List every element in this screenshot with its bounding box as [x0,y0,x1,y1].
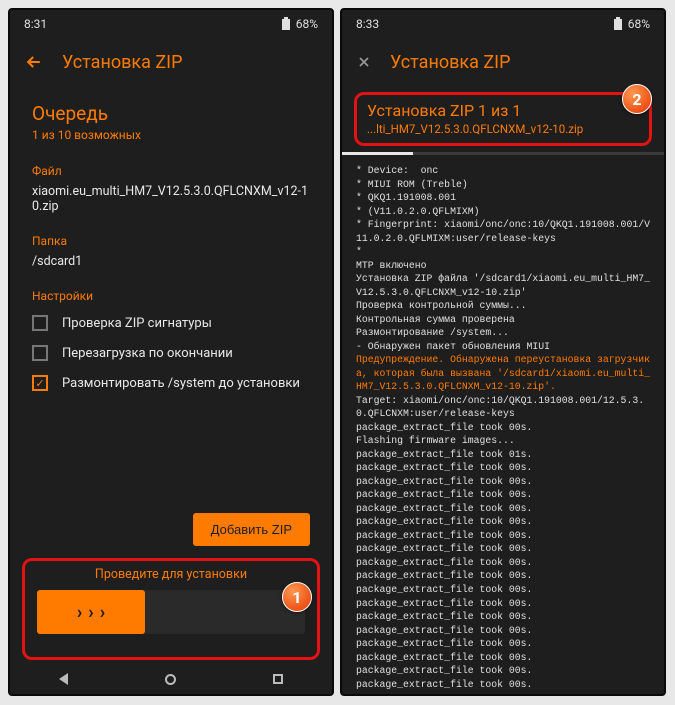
battery-icon [280,17,292,31]
checkbox-label: Размонтировать /system до установки [62,376,300,391]
phone-left: 8:31 68% Установка ZIP Очередь 1 из 10 в… [8,8,334,696]
chevron-right-icon: › [77,602,82,623]
log-line: * [356,245,654,259]
log-line: Размонтирование /system... [356,326,654,340]
queue-subtitle: 1 из 10 возможных [32,128,310,142]
log-line: package_extract_file took 00s. [356,542,654,556]
settings-label: Настройки [32,289,310,303]
log-line: Предупреждение. Обнаружена переустановка… [356,353,654,394]
log-line: package_extract_file took 00s. [356,488,654,502]
add-zip-button[interactable]: Добавить ZIP [193,513,310,546]
folder-value: /sdcard1 [32,254,310,269]
log-line: package_extract_file took 00s. [356,569,654,583]
log-line: * QKQ1.191008.001 [356,191,654,205]
nav-home-icon[interactable] [165,674,176,685]
checkbox[interactable] [32,315,48,331]
back-icon[interactable] [24,52,44,72]
log-line: Flashing firmware images... [356,434,654,448]
log-line: package_extract_file took 00s. [356,664,654,678]
clock: 8:31 [24,17,47,31]
checkbox[interactable] [32,345,48,361]
install-title: Установка ZIP 1 из 1 [367,101,639,120]
log-line: Target: xiaomi/onc/onc:10/QKQ1.191008.00… [356,394,654,421]
log-line: MTP включено [356,259,654,273]
log-line: * MIUI ROM (Treble) [356,178,654,192]
page-title: Установка ZIP [62,52,182,73]
checkbox-row[interactable]: ✓ Размонтировать /system до установки [32,375,310,391]
chevron-right-icon: › [88,602,93,623]
log-line: package_extract_file took 00s. [356,461,654,475]
log-line: package_extract_file took 00s. [356,597,654,611]
log-line: package_extract_file took 00s. [356,624,654,638]
folder-label: Папка [32,234,310,248]
chevron-right-icon: › [100,602,105,623]
install-highlight: Установка ZIP 1 из 1 ...lti_HM7_V12.5.3.… [354,92,652,146]
log-line: package_extract_file took 00s. [356,610,654,624]
log-line: - Обнаружен пакет обновления MIUI [356,340,654,354]
page-title: Установка ZIP [390,52,510,73]
nav-back-icon[interactable] [59,673,68,685]
battery-icon [612,17,624,31]
appbar: Установка ZIP [342,38,664,86]
log-line: package_extract_file took 00s. [356,529,654,543]
settings-list: Проверка ZIP сигнатуры Перезагрузка по ок… [32,315,310,391]
callout-badge-2: 2 [622,84,652,114]
appbar: Установка ZIP [10,38,332,86]
file-value: xiaomi.eu_multi_HM7_V12.5.3.0.QFLCNXM_v1… [32,184,310,214]
log-line: * Fingerprint: xiaomi/onc/onc:10/QKQ1.19… [356,218,654,245]
log-line: package_extract_file took 00s. [356,475,654,489]
navbar [10,664,332,694]
battery-pct: 68% [628,17,650,31]
install-file: ...lti_HM7_V12.5.3.0.QFLCNXM_v12-10.zip [367,122,639,136]
checkbox-label: Перезагрузка по окончании [62,346,233,361]
log-line: package_extract_file took 01s. [356,448,654,462]
log-line: package_extract_file took 00s. [356,556,654,570]
statusbar: 8:31 68% [10,10,332,38]
nav-recent-icon[interactable] [273,674,283,684]
swipe-highlight: Проведите для установки › › › [22,558,320,660]
log-line: * (V11.0.2.0.QFLMIXM) [356,205,654,219]
checkbox-row[interactable]: Перезагрузка по окончании [32,345,310,361]
log-line: package_extract_file took 00s. [356,651,654,665]
battery-pct: 68% [296,17,318,31]
close-icon[interactable] [356,54,372,70]
log-line: package_extract_file took 00s. [356,583,654,597]
swipe-track[interactable]: › › › [37,590,305,634]
log-line: package_extract_file took 00s. [356,502,654,516]
queue-title: Очередь [32,102,310,125]
log-line: Контрольная сумма проверена [356,313,654,327]
swipe-label: Проведите для установки [37,567,305,582]
progress-bar [342,152,664,155]
log-line: package_extract_file took 00s. [356,421,654,435]
swipe-thumb[interactable]: › › › [37,590,145,634]
log-line: Проверка контрольной суммы... [356,299,654,313]
callout-badge-1: 1 [282,582,312,612]
statusbar: 8:33 68% [342,10,664,38]
log-line: * Device: onc [356,164,654,178]
file-label: Файл [32,164,310,178]
checkbox-row[interactable]: Проверка ZIP сигнатуры [32,315,310,331]
phone-right: 8:33 68% Установка ZIP 2 Установка ZIP 1… [340,8,666,696]
install-log: * Device: onc* MIUI ROM (Treble)* QKQ1.1… [356,164,654,690]
checkbox-label: Проверка ZIP сигнатуры [62,316,212,331]
clock: 8:33 [356,17,379,31]
log-line: package_extract_file took 00s. [356,678,654,690]
log-line: Установка ZIP файла '/sdcard1/xiaomi.eu_… [356,272,654,299]
log-line: package_extract_file took 00s. [356,637,654,651]
log-line: package_extract_file took 00s. [356,515,654,529]
checkbox[interactable]: ✓ [32,375,48,391]
